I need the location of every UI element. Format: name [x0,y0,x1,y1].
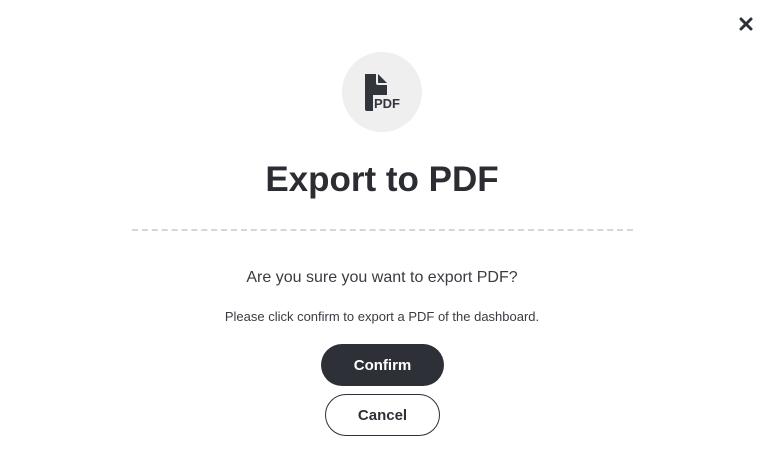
dialog-title: Export to PDF [265,160,499,199]
close-icon [739,17,753,31]
confirmation-question: Are you sure you want to export PDF? [246,269,518,286]
close-button[interactable] [734,12,758,36]
pdf-icon-badge: PDF [342,52,422,132]
confirm-button[interactable]: Confirm [321,344,444,386]
svg-text:PDF: PDF [374,96,400,111]
dialog-description: Please click confirm to export a PDF of … [224,309,540,324]
cancel-button[interactable]: Cancel [325,394,440,436]
divider [132,229,633,231]
pdf-file-icon: PDF [365,74,401,111]
